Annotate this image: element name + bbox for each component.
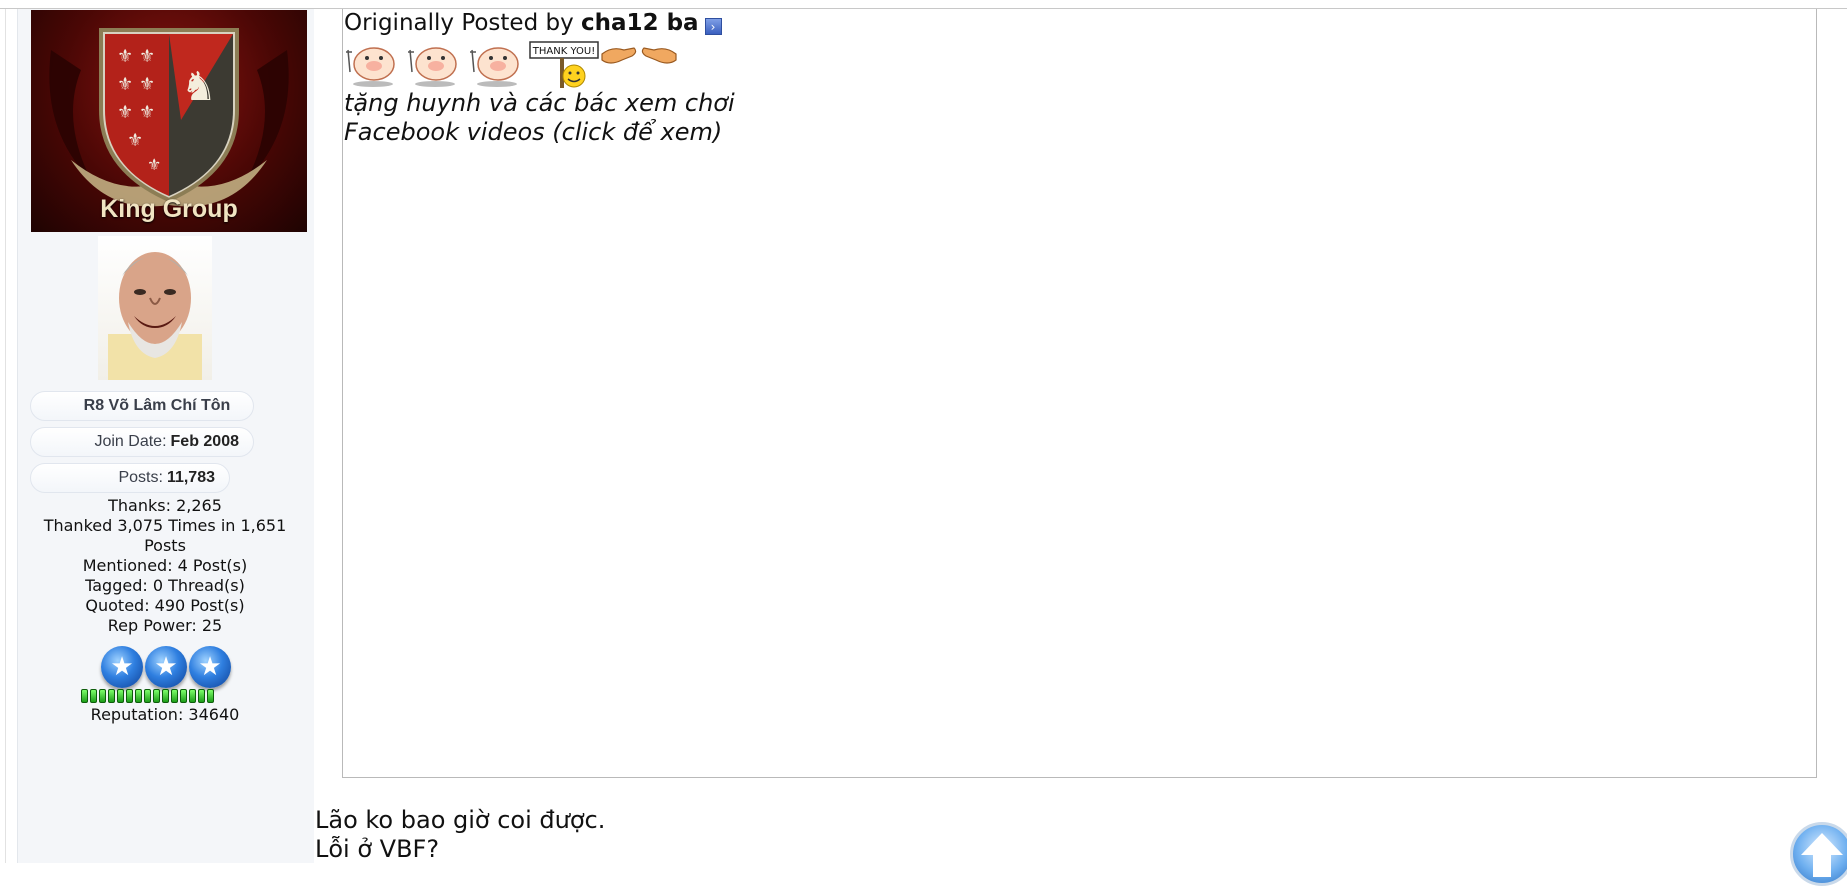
view-post-icon[interactable]: ›	[704, 18, 722, 35]
user-info-sidebar: ⚜ ⚜ ⚜ ⚜ ⚜ ⚜ ⚜ ⚜ ♞ King Group R8 Võ Lâm C…	[17, 9, 314, 863]
tagged-count: Tagged: 0 Thread(s)	[85, 576, 245, 595]
reputation-segment	[171, 689, 178, 703]
pig-smiley-icon	[408, 47, 457, 87]
thank-you-sign-icon: THANK YOU!	[529, 41, 599, 88]
reputation-segment	[135, 689, 142, 703]
thank-you-sign-text: THANK YOU!	[532, 46, 595, 57]
join-date: Join Date: Feb 2008	[30, 427, 254, 457]
post-count-label: Posts:	[118, 469, 163, 486]
reputation-segment	[180, 689, 187, 703]
quote-header: Originally Posted by cha12 ba ›	[344, 10, 722, 36]
svg-text:⚜: ⚜	[117, 74, 133, 95]
quote-line-1: tặng huynh và các bác xem chơi	[344, 89, 735, 117]
quoted-count: Quoted: 490 Post(s)	[85, 596, 245, 615]
svg-text:♞: ♞	[181, 64, 217, 110]
reputation-segment	[81, 689, 88, 703]
reputation-segment	[99, 689, 106, 703]
rank-stars: ★ ★ ★	[101, 646, 241, 690]
reputation-segment	[189, 689, 196, 703]
scroll-to-top-button[interactable]	[1790, 822, 1847, 886]
user-banner-image: ⚜ ⚜ ⚜ ⚜ ⚜ ⚜ ⚜ ⚜ ♞ King Group	[31, 10, 307, 232]
join-date-value: Feb 2008	[170, 433, 239, 450]
svg-text:⚜: ⚜	[147, 155, 161, 174]
post-line-2: Lỗi ở VBF?	[315, 835, 440, 863]
reputation-segment	[144, 689, 151, 703]
thanked-count: Thanked 3,075 Times in 1,651 Posts	[43, 516, 287, 555]
post-content: Lão ko bao giờ coi được. Lỗi ở VBF?	[315, 806, 605, 864]
reputation-bar	[81, 689, 214, 703]
reputation-segment	[198, 689, 205, 703]
reputation-segment	[207, 689, 214, 703]
mentioned-count: Mentioned: 4 Post(s)	[82, 556, 248, 575]
reputation-segment	[108, 689, 115, 703]
reputation-segment	[153, 689, 160, 703]
banner-text: King Group	[100, 195, 238, 223]
star-icon: ★	[145, 646, 187, 688]
post-line-1: Lão ko bao giờ coi được.	[315, 806, 606, 834]
star-icon: ★	[189, 646, 231, 688]
star-icon: ★	[101, 646, 143, 688]
reputation-segment	[126, 689, 133, 703]
user-rank: R8 Võ Lâm Chí Tôn	[30, 391, 254, 421]
quote-prefix: Originally Posted by	[344, 10, 574, 36]
handshake-right-icon	[641, 47, 677, 64]
join-date-label: Join Date:	[94, 433, 167, 450]
pig-smiley-icon	[346, 47, 395, 87]
svg-text:⚜: ⚜	[127, 130, 143, 151]
svg-text:⚜: ⚜	[117, 46, 133, 67]
quote-line-2[interactable]: Facebook videos (click để xem)	[344, 118, 735, 147]
post-count: Posts: 11,783	[30, 463, 230, 493]
post-count-value: 11,783	[166, 469, 215, 486]
svg-text:⚜: ⚜	[139, 46, 155, 67]
thanks-count: Thanks: 2,265	[108, 496, 222, 515]
quote-author[interactable]: cha12 ba	[581, 10, 699, 36]
reputation-segment	[162, 689, 169, 703]
svg-text:⚜: ⚜	[139, 74, 155, 95]
svg-text:⚜: ⚜	[139, 102, 155, 123]
arrow-up-icon	[1801, 833, 1843, 877]
quote-content: tặng huynh và các bác xem chơi Facebook …	[344, 89, 735, 147]
reputation-segment	[117, 689, 124, 703]
left-divider	[5, 9, 6, 863]
pig-smiley-icon	[470, 47, 519, 87]
reputation-segment	[90, 689, 97, 703]
avatar-portrait-icon	[108, 252, 202, 380]
handshake-left-icon	[601, 47, 637, 64]
reputation-value: Reputation: 34640	[90, 705, 240, 724]
user-avatar[interactable]	[98, 236, 212, 380]
user-stats: Thanks: 2,265 Thanked 3,075 Times in 1,6…	[33, 496, 297, 636]
rep-power: Rep Power: 25	[107, 616, 223, 635]
svg-text:⚜: ⚜	[117, 102, 133, 123]
